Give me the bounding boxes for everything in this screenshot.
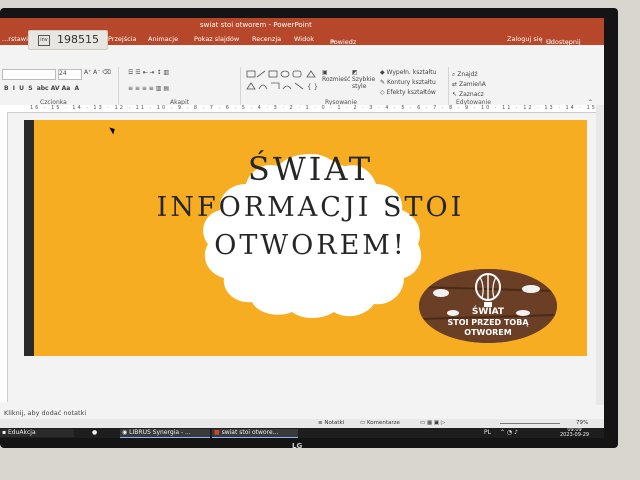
sticker-number: 198515 [57,33,99,46]
arrange-label: Rozmieść [322,76,351,83]
shape-effects-label: Efekty kształtów [386,89,436,96]
sign-in-link[interactable]: Zaloguj się [507,35,543,43]
zoom-level[interactable]: 79% [576,420,588,426]
slide-dark-edge [24,120,34,356]
folder-icon: ▪ [2,429,7,436]
taskbar: ▪ EduAkcja ● ◉ LIBRUS Synergia - ... ■ s… [0,428,604,438]
select-label: Zaznacz [458,91,484,98]
quick-styles-button[interactable]: ◩ Szybkie style [352,69,378,90]
tab-review[interactable]: Recenzja [252,35,281,43]
notes-placeholder: Kliknij, aby dodać notatki [4,409,87,417]
divider [448,67,449,105]
font-size-box[interactable]: 24 [58,69,82,80]
asset-sticker: inv 198515 [28,30,108,50]
badge-line-2: STOI PRZED TOBĄ [447,318,529,327]
ribbon: 24 B I U S abc AV Aa A A⁺ A⁻ ⌫ Czcionka … [0,45,604,108]
quick-styles-icon: ◩ [352,69,358,76]
badge-line-3: OTWOREM [464,328,512,337]
status-bar: ≡ Notatki ▭ Komentarze ▭ ▦ ▣ ▷ 79% [0,419,604,428]
paint-bucket-icon: ◆ [380,69,385,76]
notes-button-label: Notatki [324,420,345,426]
headline-line-1[interactable]: ŚWIAT [34,150,587,188]
quick-styles-label: Szybkie style [352,76,376,90]
shape-fill-button[interactable]: ◆ Wypełn. kształtu [380,69,436,76]
badge-line-1: ŚWIAT [471,307,505,317]
font-name-box[interactable] [2,69,56,80]
grow-font-icon[interactable]: A⁺ A⁻ ⌫ [84,69,111,76]
find-button[interactable]: ⌕ Znajdź [452,71,478,79]
shape-effects-button[interactable]: ◇ Efekty kształtów [380,89,436,96]
arrange-icon: ▣ [322,69,328,76]
svg-text:{ }: { } [307,83,318,91]
monitor-brand-logo: LG [292,442,303,450]
cursor-icon: ↖ [452,91,458,98]
arrange-button[interactable]: ▣ Rozmieść [322,69,350,83]
tray-icons[interactable]: ⌃ ◔ ♪ [500,429,518,436]
search-icon: ⌕ [452,71,456,78]
align-icon[interactable]: ≡ ≡ ≡ ≡ ▥ ▤ [128,85,169,92]
notes-pane[interactable]: Kliknij, aby dodać notatki [0,405,596,419]
chrome-icon: ◉ [122,429,128,436]
headline-line-2[interactable]: INFORMACJI STOI [34,192,587,223]
bold-icon[interactable]: B I U S abc AV Aa A [4,85,79,92]
language-indicator[interactable]: PL [484,429,491,436]
notes-button[interactable]: ≡ Notatki [318,420,344,426]
taskbar-librus[interactable]: ◉ LIBRUS Synergia - ... [120,429,210,438]
font-size-value: 24 [59,70,67,77]
find-label: Znajdź [457,71,478,78]
bullets-icon[interactable]: ☰ ☰ ⇤ ⇥ ↕ ▥ [128,69,169,76]
tab-transitions[interactable]: Przejścia [108,35,136,43]
comments-button[interactable]: ▭ Komentarze [360,420,400,426]
view-buttons[interactable]: ▭ ▦ ▣ ▷ [420,420,445,426]
vertical-ruler [0,112,8,402]
tab-slideshow[interactable]: Pokaz slajdów [194,35,239,43]
taskbar-librus-label: LIBRUS Synergia - ... [129,429,191,436]
select-button[interactable]: ↖ Zaznacz [452,91,484,98]
taskbar-powerpoint[interactable]: ■ swiat stoi otwore... [212,429,298,438]
firefox-icon[interactable]: ● [90,429,108,437]
divider [240,67,241,105]
badge-image[interactable]: ŚWIAT STOI PRZED TOBĄ OTWOREM [419,269,557,343]
vertical-scrollbar[interactable] [596,105,604,405]
clock[interactable]: 09:09 2023-09-29 [560,428,589,438]
divider [118,67,119,105]
comments-button-label: Komentarze [366,420,400,426]
shapes-gallery[interactable]: { } [245,69,319,99]
effects-icon: ◇ [380,89,385,96]
pen-icon: ✎ [380,79,386,86]
shape-outline-label: Kontury kształtu [386,79,436,86]
ruler-ticks: 16 · 15 · 14 · 13 · 12 · 11 · 10 · 9 · 8… [30,105,596,111]
window-title: swiat stoi otworem - PowerPoint [200,21,312,29]
taskbar-powerpoint-label: swiat stoi otwore... [221,429,279,436]
shape-fill-label: Wypełn. kształtu [386,69,437,76]
replace-button[interactable]: ⇄ ZamieńA [452,81,486,88]
taskbar-eduakcja[interactable]: ▪ EduAkcja [0,429,74,437]
taskbar-eduakcja-label: EduAkcja [8,429,36,436]
sticker-icon: inv [38,35,50,46]
zoom-slider[interactable] [500,423,560,424]
replace-label: ZamieńA [458,81,486,88]
headline-line-3[interactable]: OTWOREM! [34,230,587,261]
replace-icon: ⇄ [452,81,458,88]
tab-animations[interactable]: Animacje [148,35,178,43]
horizontal-ruler: 16 · 15 · 14 · 13 · 12 · 11 · 10 · 9 · 8… [0,105,596,113]
shape-outline-button[interactable]: ✎ Kontury kształtu [380,79,436,86]
clock-date: 2023-09-29 [560,432,590,438]
powerpoint-icon: ■ [214,429,220,436]
tab-view[interactable]: Widok [294,35,314,43]
